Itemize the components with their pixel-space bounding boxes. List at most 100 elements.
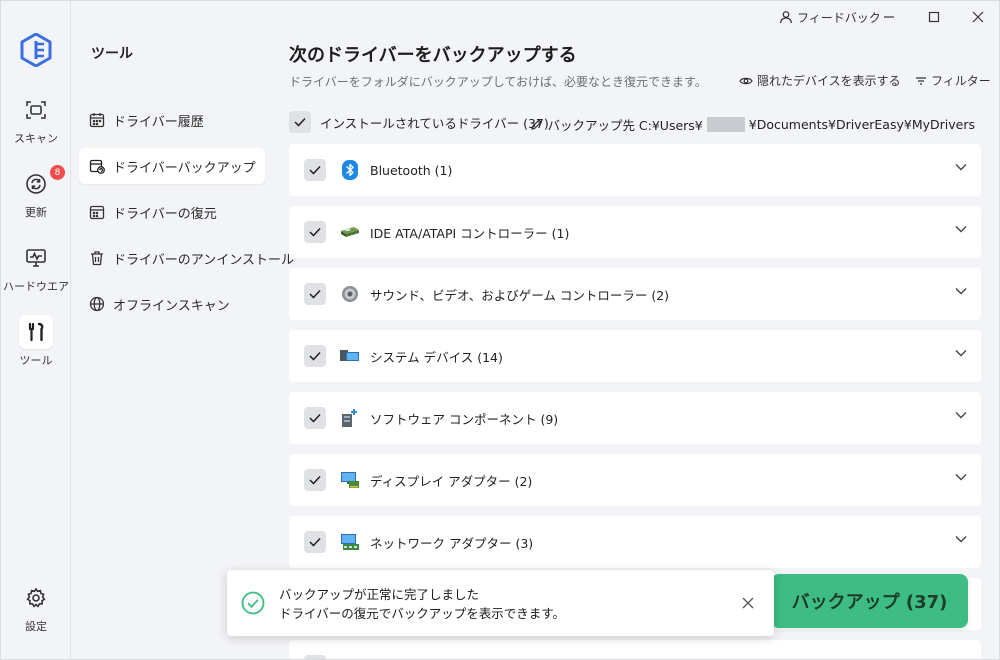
- backup-button[interactable]: バックアップ (37): [771, 574, 968, 628]
- success-check-icon: [241, 591, 265, 615]
- trash-icon: [91, 251, 103, 266]
- backup-destination-path: バックアップ先 C:¥Users¥: [547, 118, 703, 133]
- check-icon: [309, 475, 321, 485]
- pencil-icon: [531, 119, 543, 130]
- check-icon: [309, 227, 321, 237]
- scan-icon: [19, 93, 53, 127]
- maximize-icon: [928, 11, 940, 23]
- list-item[interactable]: ディスプレイ アダプター (2): [289, 454, 981, 506]
- left-rail: スキャン 8 更新 ハードウエア ツール 設定: [1, 1, 71, 659]
- panel-item-offline-scan[interactable]: オフラインスキャン: [79, 286, 265, 322]
- check-icon: [309, 289, 321, 299]
- select-all-checkbox[interactable]: [289, 111, 311, 133]
- row-checkbox[interactable]: [304, 221, 326, 243]
- eye-icon: [739, 77, 753, 84]
- show-hidden-label: 隠れたデバイスを表示する: [757, 74, 901, 88]
- system-device-icon: [340, 346, 360, 366]
- speaker-icon: [340, 284, 360, 304]
- feedback-button[interactable]: フィードバック: [779, 8, 881, 26]
- filter-button[interactable]: フィルター: [915, 72, 991, 89]
- row-checkbox[interactable]: [304, 345, 326, 367]
- panel-item-label: ドライバーの復元: [113, 206, 217, 222]
- chevron-down-icon: [955, 536, 967, 543]
- close-window-button[interactable]: [963, 5, 993, 29]
- bluetooth-icon: [340, 160, 360, 180]
- backup-destination[interactable]: バックアップ先 C:¥Users¥ ¥Documents¥DriverEasy¥M…: [530, 115, 975, 134]
- row-label: ネットワーク アダプター (3): [370, 535, 534, 551]
- list-item[interactable]: ソフトウェア コンポーネント (9): [289, 392, 981, 444]
- row-checkbox[interactable]: [304, 469, 326, 491]
- filter-icon: [916, 76, 926, 85]
- rail-item-tools[interactable]: ツール: [1, 315, 71, 375]
- minimize-button[interactable]: [874, 5, 904, 29]
- rail-item-update[interactable]: 8 更新: [1, 165, 71, 227]
- chevron-down-icon: [955, 412, 967, 419]
- chevron-down-icon: [955, 288, 967, 295]
- rail-label: ツール: [19, 354, 53, 367]
- chevron-down-icon: [955, 350, 967, 357]
- page-subtitle: ドライバーをフォルダにバックアップしておけば、必要なとき復元できます。: [289, 75, 707, 89]
- show-hidden-devices-link[interactable]: 隠れたデバイスを表示する: [739, 72, 901, 89]
- row-checkbox[interactable]: [304, 283, 326, 305]
- restore-icon: [89, 205, 105, 220]
- list-item[interactable]: ネットワーク アダプター (3): [289, 516, 981, 568]
- globe-icon: [89, 296, 105, 312]
- chevron-down-icon: [955, 164, 967, 171]
- success-toast: バックアップが正常に完了しました ドライバーの復元でバックアップを表示できます。: [227, 570, 774, 636]
- rail-label: 設定: [25, 620, 47, 633]
- panel-item-driver-restore[interactable]: ドライバーの復元: [79, 194, 265, 230]
- toast-message: ドライバーの復元でバックアップを表示できます。: [279, 606, 566, 621]
- list-item[interactable]: Bluetooth (1): [289, 144, 981, 196]
- row-checkbox[interactable]: [304, 407, 326, 429]
- filter-label: フィルター: [931, 74, 991, 88]
- check-icon: [309, 413, 321, 423]
- row-checkbox[interactable]: [304, 159, 326, 181]
- row-label: システム デバイス (14): [370, 349, 503, 365]
- maximize-button[interactable]: [919, 5, 949, 29]
- gear-icon: [19, 581, 53, 615]
- page-title: 次のドライバーをバックアップする: [289, 45, 577, 66]
- feedback-icon: [779, 11, 793, 24]
- panel-item-driver-uninstall[interactable]: ドライバーのアンインストール: [79, 240, 294, 276]
- select-all-row: インストールされているドライバー (37): [289, 111, 549, 133]
- chevron-down-icon: [955, 474, 967, 481]
- backup-icon: [89, 159, 105, 174]
- refresh-icon: [19, 167, 53, 201]
- rail-item-scan[interactable]: スキャン: [1, 93, 71, 153]
- software-component-icon: [340, 408, 360, 428]
- row-label: IDE ATA/ATAPI コントローラー (1): [370, 225, 570, 241]
- row-label: サウンド、ビデオ、およびゲーム コントローラー (2): [370, 287, 670, 303]
- network-adapter-icon: [340, 532, 360, 552]
- list-item[interactable]: システム デバイス (14): [289, 330, 981, 382]
- rail-label: 更新: [25, 206, 47, 219]
- chevron-down-icon: [955, 226, 967, 233]
- panel-item-label: ドライバー履歴: [113, 114, 204, 130]
- row-label: Bluetooth (1): [370, 162, 453, 178]
- panel-title: ツール: [91, 46, 133, 62]
- display-adapter-icon: [340, 470, 360, 490]
- row-label: ディスプレイ アダプター (2): [370, 473, 533, 489]
- list-item[interactable]: [289, 640, 981, 659]
- list-item[interactable]: サウンド、ビデオ、およびゲーム コントローラー (2): [289, 268, 981, 320]
- calendar-icon: [89, 113, 105, 128]
- app-logo-icon: [20, 32, 52, 68]
- rail-item-settings[interactable]: 設定: [1, 581, 71, 641]
- toast-close-button[interactable]: [740, 595, 756, 611]
- app-window: スキャン 8 更新 ハードウエア ツール 設定 ツール ドライバー履歴 ドライバ…: [0, 0, 1000, 660]
- rail-item-hardware[interactable]: ハードウエア: [1, 241, 71, 301]
- panel-item-label: ドライバーのアンインストール: [113, 252, 294, 268]
- main-content: 次のドライバーをバックアップする ドライバーをフォルダにバックアップしておけば、…: [276, 33, 999, 659]
- tools-icon: [19, 315, 53, 349]
- row-label: ソフトウェア コンポーネント (9): [370, 411, 559, 427]
- panel-item-driver-history[interactable]: ドライバー履歴: [79, 102, 265, 138]
- redacted-username: [706, 117, 745, 132]
- panel-item-driver-backup[interactable]: ドライバーバックアップ: [79, 148, 265, 184]
- toast-title: バックアップが正常に完了しました: [279, 587, 480, 602]
- check-icon: [309, 351, 321, 361]
- list-item[interactable]: IDE ATA/ATAPI コントローラー (1): [289, 206, 981, 258]
- backup-destination-suffix: ¥Documents¥DriverEasy¥MyDrivers: [748, 117, 975, 132]
- title-bar: フィードバック: [1, 1, 999, 33]
- row-checkbox[interactable]: [304, 531, 326, 553]
- row-checkbox[interactable]: [304, 655, 326, 659]
- rail-label: スキャン: [14, 132, 58, 145]
